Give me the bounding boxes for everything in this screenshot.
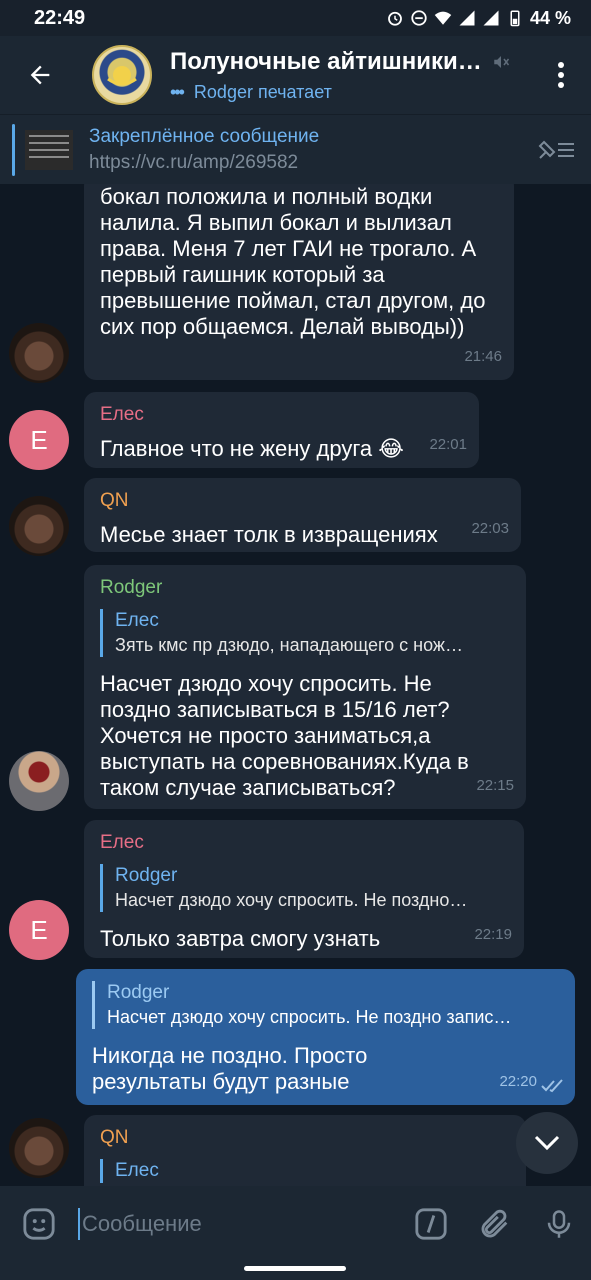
typing-text: печатает [257,81,332,102]
message-input[interactable] [78,1208,399,1240]
arrow-left-icon [30,65,50,85]
message-sender: Rodger [100,577,163,598]
pinned-message-bar[interactable]: Закреплённое сообщение https://vc.ru/amp… [0,114,591,184]
message-text: Только завтра смогу узнать [100,926,381,951]
home-indicator[interactable] [244,1266,346,1271]
chat-title: Полуночные айтишники… [170,47,482,75]
message-text: Месье знает толк в извращениях [100,522,438,547]
reply-quote[interactable]: Елес [100,1159,510,1183]
avatar-qn[interactable] [9,1118,69,1178]
signal-icon [459,10,475,26]
unpin-button[interactable] [521,138,591,162]
reply-name: Елес [115,610,159,631]
emblem-icon [107,66,137,86]
slash-command-icon [415,1208,447,1240]
group-avatar[interactable] [92,45,152,105]
message-time: 22:01 [429,436,467,453]
reply-quote[interactable]: Елес Зять кмс пр дзюдо, нападающего с но… [100,609,510,657]
bot-commands-button[interactable] [399,1207,463,1241]
reply-name: Rodger [107,982,170,1003]
avatar-eles[interactable]: Е [9,410,69,470]
reply-quote[interactable]: Rodger Насчет дзюдо хочу спросить. Не по… [100,864,508,912]
battery-icon [510,10,520,27]
battery-level: 44 % [529,7,571,28]
microphone-icon [547,1210,571,1238]
message-sender: QN [100,1127,129,1148]
message-bubble[interactable]: Елес Главное что не жену друга 😂 22:01 [84,392,479,468]
message-time: 22:15 [476,777,514,794]
message-sender: Елес [100,832,144,853]
message-input-bar [0,1186,591,1262]
reply-name: Rodger [115,865,178,886]
status-time: 22:49 [34,6,86,29]
read-checkmarks-icon [541,1079,563,1093]
message-bubble[interactable]: QN Елес [84,1115,526,1186]
reply-quote[interactable]: Rodger Насчет дзюдо хочу спросить. Не по… [92,981,559,1029]
scroll-down-button[interactable] [516,1112,578,1174]
more-menu-button[interactable] [531,36,591,114]
typing-status: ••• Rodger печатает [170,82,531,103]
avatar-rodger[interactable] [9,751,69,811]
reply-name: Елес [115,1160,159,1181]
alarm-icon [388,11,402,26]
pinned-indicator [12,123,15,176]
reply-text: Зять кмс пр дзюдо, нападающего с нож… [115,635,463,655]
reply-text: Насчет дзюдо хочу спросить. Не поздно за… [107,1007,512,1027]
outgoing-message-bubble[interactable]: Rodger Насчет дзюдо хочу спросить. Не по… [76,969,575,1105]
message-time: 22:19 [474,926,512,943]
message-time: 22:03 [471,520,509,537]
message-text: Главное что не жену друга 😂 [100,436,404,461]
message-time: 21:46 [464,348,502,365]
system-nav-bar [0,1262,591,1280]
message-time: 22:20 [499,1073,537,1090]
message-sender: Елес [100,404,144,425]
more-vertical-icon [558,62,564,88]
message-list[interactable]: бокал положила и полный водки налила. Я … [0,184,591,1186]
message-bubble[interactable]: Елес Rodger Насчет дзюдо хочу спросить. … [84,820,524,958]
message-sender: QN [100,490,129,511]
wifi-icon [434,11,452,25]
muted-icon [494,55,510,68]
chat-header: Полуночные айтишники… ••• Rodger печатае… [0,36,591,114]
signal-icon-2 [483,10,499,26]
reply-text: Насчет дзюдо хочу спросить. Не поздно… [115,890,468,910]
typing-dots-icon: ••• [170,81,185,102]
pinned-title: Закреплённое сообщение [89,125,320,147]
message-text: Никогда не поздно. Просто результаты буд… [92,1043,368,1094]
message-text: Насчет дзюдо хочу спросить. Не поздно за… [100,671,469,800]
message-bubble[interactable]: бокал положила и полный водки налила. Я … [84,184,514,380]
paperclip-icon [481,1209,508,1238]
status-bar: 22:49 44 % [0,0,591,36]
message-bubble[interactable]: QN Месье знает толк в извращениях 22:03 [84,478,521,552]
attach-button[interactable] [463,1207,527,1241]
chevron-down-icon [534,1135,560,1151]
status-icons: 44 % [386,8,571,29]
avatar-qn[interactable] [9,323,69,383]
avatar-qn[interactable] [9,496,69,556]
back-button[interactable] [0,36,80,114]
emoji-button[interactable] [0,1207,78,1241]
pin-list-icon [538,140,574,159]
chat-title-block[interactable]: Полуночные айтишники… ••• Rodger печатае… [170,48,531,103]
voice-button[interactable] [527,1207,591,1241]
message-text: бокал положила и полный водки налила. Я … [100,184,486,339]
pinned-thumbnail [25,129,73,170]
dnd-icon [411,10,427,26]
message-bubble[interactable]: Rodger Елес Зять кмс пр дзюдо, нападающе… [84,565,526,809]
typing-user: Rodger [193,81,253,102]
avatar-eles[interactable]: Е [9,900,69,960]
pinned-url: https://vc.ru/amp/269582 [89,151,299,173]
emoji-icon [23,1208,55,1240]
